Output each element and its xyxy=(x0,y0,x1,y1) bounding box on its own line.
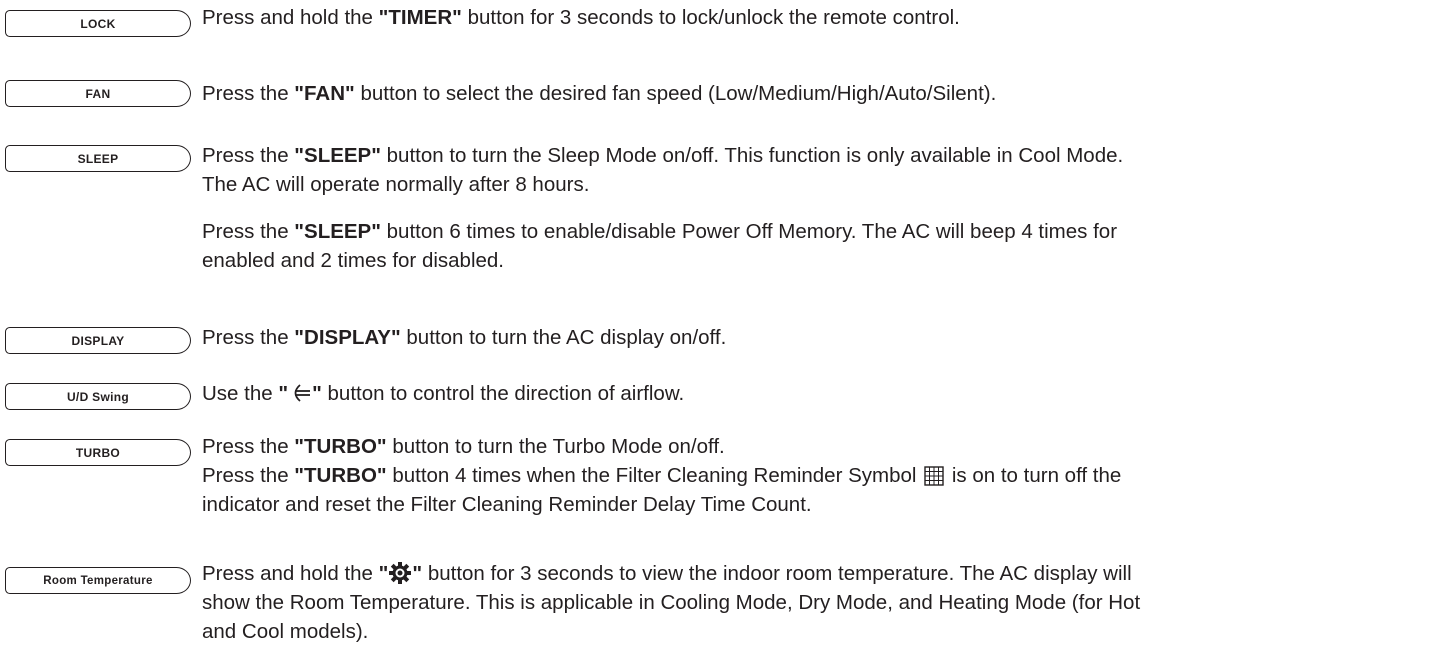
turbo-button[interactable]: TURBO xyxy=(5,439,191,466)
text: button for 3 seconds to view the indoor … xyxy=(422,562,1132,585)
fan-button[interactable]: FAN xyxy=(5,80,191,107)
text: Press the xyxy=(202,144,295,167)
room-temperature-description: Press and hold the " " button for 3 secon… xyxy=(202,559,1422,646)
quote: " xyxy=(312,382,322,405)
key-name: "SLEEP" xyxy=(294,220,381,243)
text: Press the xyxy=(202,220,295,243)
text: button to select the desired fan speed (… xyxy=(354,82,997,105)
key-name: "FAN" xyxy=(294,82,355,105)
text: is on to turn off the xyxy=(946,464,1122,487)
text: button 4 times when the Filter Cleaning … xyxy=(386,464,923,487)
key-name: "SLEEP" xyxy=(294,144,381,167)
key-name: "DISPLAY" xyxy=(294,326,401,349)
filter-grid-icon xyxy=(924,465,944,486)
quote: " xyxy=(278,382,289,405)
text: Press the xyxy=(202,464,295,487)
swing-icon xyxy=(289,382,311,402)
key-name: "TURBO" xyxy=(294,435,387,458)
text: button for 3 seconds to lock/unlock the … xyxy=(461,6,960,29)
text: button to turn the AC display on/off. xyxy=(400,326,727,349)
quote: " xyxy=(412,562,423,585)
lock-description: Press and hold the "TIMER" button for 3 … xyxy=(202,3,1422,32)
text: Use the xyxy=(202,382,279,405)
text: button to turn the Turbo Mode on/off. xyxy=(386,435,725,458)
key-name: "TURBO" xyxy=(294,464,387,487)
text: button to control the direction of airfl… xyxy=(321,382,685,405)
ud-swing-button[interactable]: U/D Swing xyxy=(5,383,191,410)
text: The AC will operate normally after 8 hou… xyxy=(202,173,590,196)
text: Press the xyxy=(202,435,295,458)
text: button 6 times to enable/disable Power O… xyxy=(380,220,1118,243)
text: Press the xyxy=(202,326,295,349)
text: indicator and reset the Filter Cleaning … xyxy=(202,493,812,516)
text: enabled and 2 times for disabled. xyxy=(202,249,505,272)
room-temperature-button[interactable]: Room Temperature xyxy=(5,567,191,594)
lock-button[interactable]: LOCK xyxy=(5,10,191,37)
turbo-description: Press the "TURBO" button to turn the Tur… xyxy=(202,432,1422,519)
sleep-description: Press the "SLEEP" button to turn the Sle… xyxy=(202,141,1422,275)
text: and Cool models). xyxy=(202,620,369,643)
gear-icon xyxy=(389,562,412,584)
fan-description: Press the "FAN" button to select the des… xyxy=(202,79,1422,108)
text: Press the xyxy=(202,82,295,105)
text: show the Room Temperature. This is appli… xyxy=(202,591,1141,614)
quote: " xyxy=(378,562,389,585)
display-button[interactable]: DISPLAY xyxy=(5,327,191,354)
text: Press and hold the xyxy=(202,562,379,585)
text: button to turn the Sleep Mode on/off. Th… xyxy=(380,144,1124,167)
text: Press and hold the xyxy=(202,6,379,29)
sleep-button[interactable]: SLEEP xyxy=(5,145,191,172)
display-description: Press the "DISPLAY" button to turn the A… xyxy=(202,323,1422,352)
swing-description: Use the " " button to control the directi… xyxy=(202,379,1422,408)
key-name: "TIMER" xyxy=(378,6,462,29)
